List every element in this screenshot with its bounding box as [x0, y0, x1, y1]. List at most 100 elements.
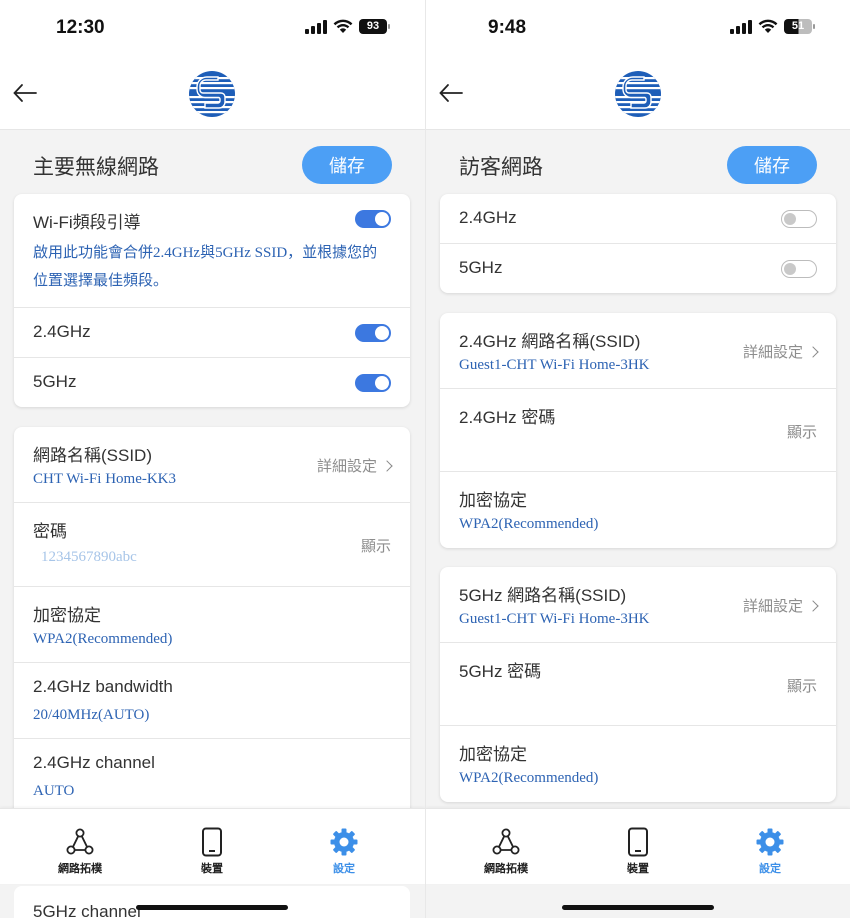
nav-devices-label: 裝置	[201, 863, 223, 875]
band-24ghz-label: 2.4GHz	[33, 322, 91, 341]
nav-topology[interactable]: 網路拓樸	[35, 827, 125, 876]
guest-band-5ghz-toggle[interactable]	[781, 260, 817, 278]
encryption-label: 加密協定	[33, 606, 101, 625]
channel-5ghz-label: 5GHz channel	[33, 902, 141, 918]
nav-topology-label: 網路拓樸	[484, 863, 528, 875]
guest-5ghz-ssid-label: 5GHz 網路名稱(SSID)	[459, 586, 627, 605]
guest-5ghz-encryption-label: 加密協定	[459, 745, 527, 764]
network-settings-card: 網路名稱(SSID) CHT Wi-Fi Home-KK3 詳細設定 密碼 12…	[14, 427, 410, 847]
password-show-button[interactable]: 顯示	[361, 535, 391, 556]
nav-settings-label: 設定	[333, 863, 355, 875]
ssid-detail-link[interactable]: 詳細設定	[317, 455, 393, 476]
title-row: 訪客網路 儲存	[426, 130, 850, 194]
phone-screen-guest-network: 9:48 51 訪客網路 儲存 2.4GHz 5GHz 2.4GHz 網路名稱(…	[425, 0, 850, 918]
guest-5ghz-ssid-row[interactable]: 5GHz 網路名稱(SSID) Guest1-CHT Wi-Fi Home-3H…	[440, 567, 836, 643]
gear-icon	[330, 828, 358, 856]
band-steering-card: Wi-Fi頻段引導 啟用此功能會合併2.4GHz與5GHz SSID，並根據您的…	[14, 194, 410, 407]
guest-24ghz-ssid-label: 2.4GHz 網路名稱(SSID)	[459, 332, 641, 351]
nav-settings[interactable]: 設定	[299, 827, 389, 876]
title-row: 主要無線網路 儲存	[0, 130, 425, 194]
status-bar: 9:48 51	[426, 0, 850, 56]
app-header	[426, 56, 850, 130]
page-title: 訪客網路	[459, 156, 543, 179]
battery-icon: 93	[359, 19, 390, 34]
phone-screen-main-wireless: 12:30 93 主要無線網路 儲存 Wi-Fi頻段引導 啟用此功能會合併2.4…	[0, 0, 425, 918]
cht-logo-icon	[615, 71, 661, 117]
chevron-right-icon	[807, 345, 819, 358]
nav-topology-label: 網路拓樸	[58, 863, 102, 875]
guest-band-5ghz-label: 5GHz	[459, 258, 503, 277]
guest-24ghz-encryption-label: 加密協定	[459, 491, 527, 510]
battery-icon: 51	[784, 19, 815, 34]
band-24ghz-toggle[interactable]	[355, 324, 391, 342]
wifi-status-icon	[758, 19, 778, 34]
bandwidth-24ghz-row[interactable]: 2.4GHz bandwidth 20/40MHz(AUTO)	[14, 663, 410, 739]
app-header	[0, 56, 425, 130]
password-row: 密碼 1234567890abc 顯示	[14, 503, 410, 587]
guest-5ghz-password-show-button[interactable]: 顯示	[787, 675, 817, 696]
guest-5ghz-ssid-value: Guest1-CHT Wi-Fi Home-3HK	[459, 611, 650, 627]
guest-5ghz-card: 5GHz 網路名稱(SSID) Guest1-CHT Wi-Fi Home-3H…	[440, 567, 836, 802]
guest-5ghz-password-row: 5GHz 密碼 顯示	[440, 643, 836, 726]
guest-24ghz-encryption-value: WPA2(Recommended)	[459, 516, 599, 532]
channel-24ghz-label: 2.4GHz channel	[33, 753, 155, 772]
guest-band-24ghz-label: 2.4GHz	[459, 208, 517, 227]
nav-devices-label: 裝置	[627, 863, 649, 875]
network-topology-icon	[66, 828, 94, 855]
bottom-nav: 網路拓樸 裝置 設定	[426, 808, 850, 884]
band-5ghz-toggle[interactable]	[355, 374, 391, 392]
nav-devices[interactable]: 裝置	[167, 827, 257, 876]
band-24ghz-row: 2.4GHz	[14, 308, 410, 358]
bandwidth-24ghz-label: 2.4GHz bandwidth	[33, 677, 173, 696]
guest-24ghz-encryption-row[interactable]: 加密協定 WPA2(Recommended)	[440, 472, 836, 548]
cht-logo-icon	[189, 71, 235, 117]
nav-settings[interactable]: 設定	[725, 827, 815, 876]
guest-5ghz-encryption-value: WPA2(Recommended)	[459, 770, 599, 786]
bandwidth-24ghz-value: 20/40MHz(AUTO)	[33, 707, 150, 723]
wifi-band-steering-row: Wi-Fi頻段引導 啟用此功能會合併2.4GHz與5GHz SSID，並根據您的…	[14, 194, 410, 308]
guest-24ghz-ssid-row[interactable]: 2.4GHz 網路名稱(SSID) Guest1-CHT Wi-Fi Home-…	[440, 313, 836, 389]
home-indicator	[136, 905, 288, 910]
channel-5ghz-row[interactable]: 5GHz channel	[14, 886, 410, 918]
password-label: 密碼	[33, 522, 67, 541]
band-steering-toggle[interactable]	[355, 210, 391, 228]
smartphone-icon	[628, 827, 648, 857]
bottom-nav: 網路拓樸 裝置 設定	[0, 808, 425, 884]
home-indicator	[562, 905, 714, 910]
guest-24ghz-password-row: 2.4GHz 密碼 顯示	[440, 389, 836, 472]
encryption-value: WPA2(Recommended)	[33, 631, 173, 647]
ssid-value: CHT Wi-Fi Home-KK3	[33, 471, 177, 487]
save-button[interactable]: 儲存	[727, 146, 817, 184]
guest-5ghz-password-label: 5GHz 密碼	[459, 662, 542, 681]
ssid-label: 網路名稱(SSID)	[33, 446, 152, 465]
guest-band-card: 2.4GHz 5GHz	[440, 194, 836, 293]
cellular-signal-icon	[305, 19, 327, 34]
chevron-right-icon	[381, 459, 393, 472]
save-button[interactable]: 儲存	[302, 146, 392, 184]
guest-24ghz-ssid-detail-link[interactable]: 詳細設定	[743, 341, 819, 362]
guest-24ghz-password-show-button[interactable]: 顯示	[787, 421, 817, 442]
status-time: 9:48	[488, 17, 527, 38]
guest-band-24ghz-row: 2.4GHz	[440, 194, 836, 244]
nav-devices[interactable]: 裝置	[593, 827, 683, 876]
status-time: 12:30	[56, 17, 105, 38]
nav-settings-label: 設定	[759, 863, 781, 875]
guest-5ghz-encryption-row[interactable]: 加密協定 WPA2(Recommended)	[440, 726, 836, 802]
guest-24ghz-password-label: 2.4GHz 密碼	[459, 408, 556, 427]
arrow-left-icon[interactable]	[12, 80, 38, 106]
wifi-status-icon	[333, 19, 353, 34]
password-value[interactable]: 1234567890abc	[41, 549, 137, 566]
band-5ghz-row: 5GHz	[14, 358, 410, 407]
arrow-left-icon[interactable]	[438, 80, 464, 106]
channel-24ghz-value: AUTO	[33, 783, 75, 799]
band-steering-label: Wi-Fi頻段引導	[33, 213, 141, 232]
ssid-row[interactable]: 網路名稱(SSID) CHT Wi-Fi Home-KK3 詳細設定	[14, 427, 410, 503]
band-5ghz-label: 5GHz	[33, 372, 77, 391]
guest-5ghz-ssid-detail-link[interactable]: 詳細設定	[743, 595, 819, 616]
smartphone-icon	[202, 827, 222, 857]
gear-icon	[756, 828, 784, 856]
nav-topology[interactable]: 網路拓樸	[461, 827, 551, 876]
guest-24ghz-card: 2.4GHz 網路名稱(SSID) Guest1-CHT Wi-Fi Home-…	[440, 313, 836, 548]
encryption-row[interactable]: 加密協定 WPA2(Recommended)	[14, 587, 410, 663]
guest-band-24ghz-toggle[interactable]	[781, 210, 817, 228]
